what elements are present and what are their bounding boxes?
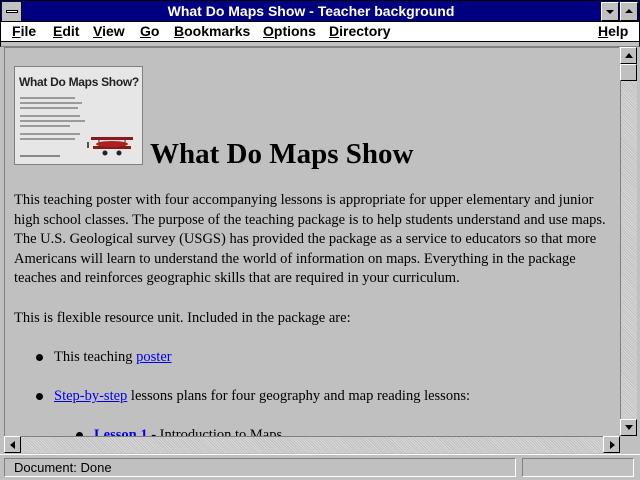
bullet-icon bbox=[36, 393, 43, 400]
poster-link[interactable]: poster bbox=[136, 349, 171, 365]
menu-help[interactable]: Help bbox=[598, 23, 628, 40]
poster-text-line bbox=[20, 133, 80, 135]
biplane-illustration bbox=[87, 137, 133, 156]
lessons-sublist: Lesson 1 - Introduction to Maps bbox=[54, 426, 614, 436]
maximize-icon bbox=[625, 9, 633, 13]
lesson-1-link[interactable]: Lesson 1 bbox=[94, 427, 148, 436]
progress-panel bbox=[522, 458, 634, 477]
system-menu-button[interactable] bbox=[2, 2, 22, 21]
list-item-text: This teaching bbox=[54, 349, 137, 365]
title-bar[interactable]: What Do Maps Show - Teacher background bbox=[0, 0, 640, 22]
vertical-scroll-track[interactable] bbox=[620, 64, 637, 419]
poster-text-line bbox=[20, 115, 80, 117]
step-by-step-link[interactable]: Step-by-step bbox=[54, 388, 127, 404]
page-header: What Do Maps Show? What Do Maps Show bbox=[14, 66, 614, 174]
horizontal-scroll-track[interactable] bbox=[21, 436, 603, 453]
menu-file[interactable]: File bbox=[12, 23, 36, 40]
window-title: What Do Maps Show - Teacher background bbox=[167, 3, 455, 19]
poster-text-line bbox=[20, 97, 75, 99]
arrow-left-icon bbox=[10, 441, 15, 449]
menu-go[interactable]: Go bbox=[140, 23, 159, 40]
status-message-panel: Document: Done bbox=[4, 458, 516, 477]
resource-intro-paragraph: This is flexible resource unit. Included… bbox=[14, 309, 351, 326]
poster-thumbnail-title: What Do Maps Show? bbox=[19, 75, 139, 89]
menu-bookmarks[interactable]: Bookmarks bbox=[174, 23, 250, 40]
intro-paragraph: This teaching poster with four accompany… bbox=[14, 192, 606, 286]
scroll-left-button[interactable] bbox=[4, 436, 21, 453]
menu-options[interactable]: Options bbox=[263, 23, 316, 40]
list-item-text: - Introduction to Maps bbox=[147, 427, 283, 436]
system-menu-icon bbox=[6, 10, 18, 13]
package-contents-list: This teaching poster Step-by-step lesson… bbox=[14, 348, 614, 436]
vertical-scroll-thumb[interactable] bbox=[620, 64, 637, 81]
arrow-up-icon bbox=[625, 53, 633, 58]
minimize-icon bbox=[606, 10, 614, 14]
arrow-right-icon bbox=[610, 441, 615, 449]
poster-text-line bbox=[20, 125, 70, 127]
scrollbar-corner bbox=[620, 436, 637, 453]
horizontal-scrollbar[interactable] bbox=[4, 436, 620, 453]
status-text: Document: Done bbox=[14, 460, 112, 475]
poster-text-line bbox=[20, 102, 82, 104]
poster-footer-line bbox=[20, 155, 60, 157]
maximize-button[interactable] bbox=[620, 2, 638, 21]
poster-text-line bbox=[20, 120, 85, 122]
poster-text-line bbox=[20, 107, 78, 109]
status-bar: Document: Done bbox=[0, 454, 640, 480]
list-item: This teaching poster bbox=[14, 348, 614, 367]
menu-view[interactable]: View bbox=[93, 23, 125, 40]
list-item-text: lessons plans for four geography and map… bbox=[127, 388, 470, 404]
scroll-right-button[interactable] bbox=[603, 436, 620, 453]
scroll-down-button[interactable] bbox=[620, 419, 637, 436]
poster-thumbnail-image: What Do Maps Show? bbox=[14, 66, 143, 165]
menu-directory[interactable]: Directory bbox=[329, 23, 390, 40]
menu-bar: File Edit View Go Bookmarks Options Dire… bbox=[0, 22, 640, 42]
vertical-scrollbar[interactable] bbox=[620, 47, 637, 436]
page-title: What Do Maps Show bbox=[150, 138, 414, 170]
document-body: What Do Maps Show? What Do Maps Show Thi… bbox=[14, 66, 614, 436]
scroll-up-button[interactable] bbox=[620, 47, 637, 64]
minimize-button[interactable] bbox=[601, 2, 619, 21]
arrow-down-icon bbox=[625, 425, 633, 430]
document-view[interactable]: What Do Maps Show? What Do Maps Show Thi… bbox=[4, 47, 619, 436]
bullet-icon bbox=[36, 354, 43, 361]
list-item: Lesson 1 - Introduction to Maps bbox=[54, 426, 614, 436]
list-item: Step-by-step lessons plans for four geog… bbox=[14, 387, 614, 436]
menu-edit[interactable]: Edit bbox=[53, 23, 79, 40]
poster-text-line bbox=[20, 138, 75, 140]
